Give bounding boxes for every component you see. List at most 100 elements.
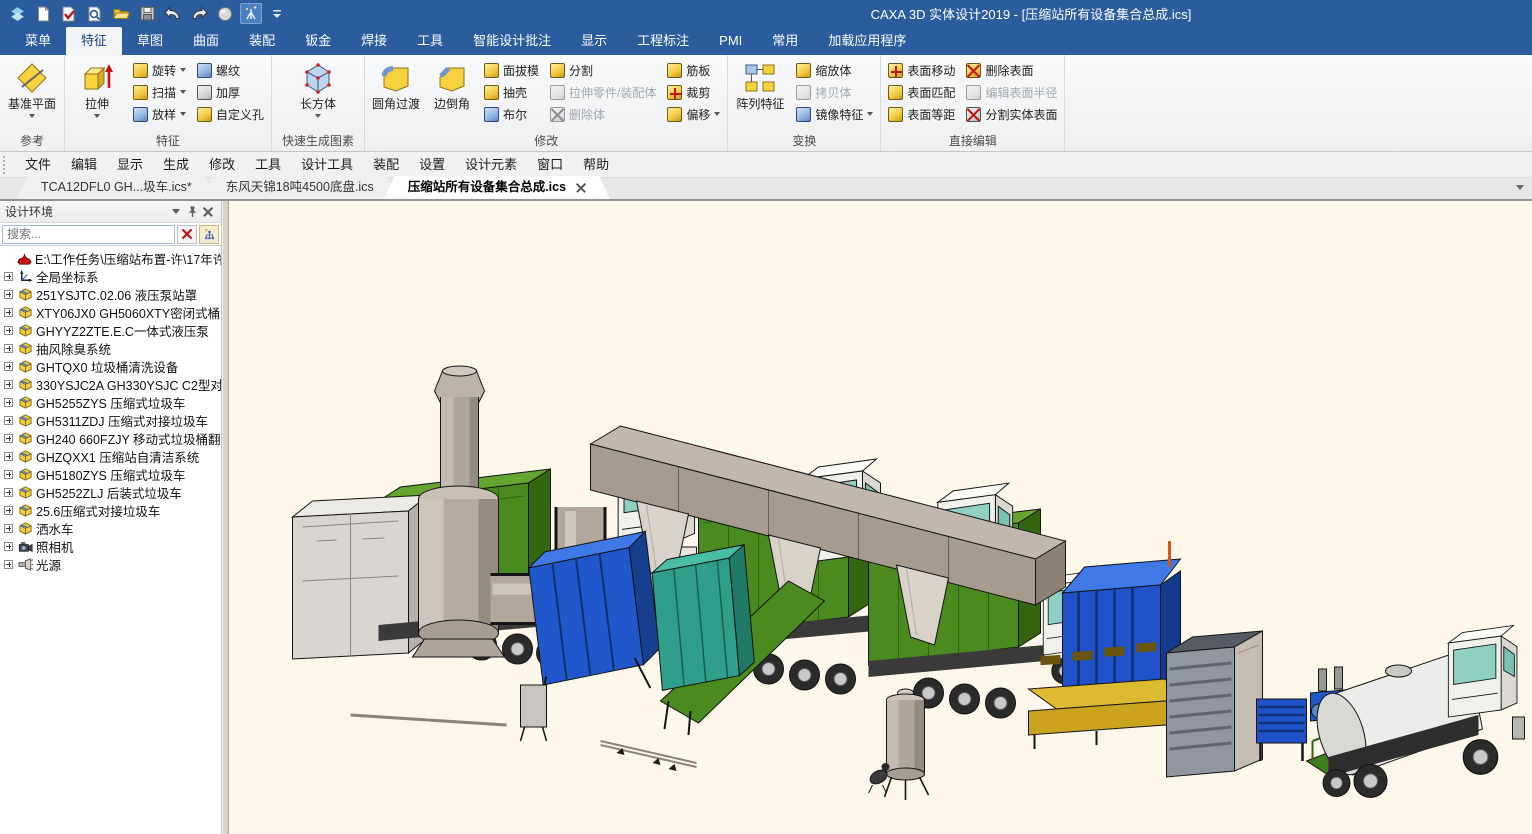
camera-target[interactable] xyxy=(868,763,890,793)
rib-button[interactable]: 筋板 xyxy=(663,60,724,81)
ground-rail[interactable] xyxy=(601,741,697,771)
expand-icon[interactable] xyxy=(4,362,13,371)
tab-tools[interactable]: 工具 xyxy=(402,27,458,55)
menu-design-tools[interactable]: 设计工具 xyxy=(291,152,363,178)
tree-item[interactable]: 洒水车 xyxy=(0,519,221,537)
tab-smart-annotation[interactable]: 智能设计批注 xyxy=(458,27,566,55)
extrude-button[interactable]: 拉伸 xyxy=(68,57,126,133)
render-sphere-icon[interactable] xyxy=(214,3,236,24)
pallet-cart[interactable] xyxy=(1257,699,1307,761)
toolbar-options-icon[interactable] xyxy=(266,3,288,24)
draft-face-button[interactable]: 面拔模 xyxy=(480,60,543,81)
document-tab-1[interactable]: TCA12DFL0 GH...圾车.ics* xyxy=(17,176,216,199)
expand-icon[interactable] xyxy=(4,524,13,533)
split-button[interactable]: 分割 xyxy=(546,60,660,81)
tree-item[interactable]: GHYYZ2ZTE.E.C一体式液压泵 xyxy=(0,321,221,339)
scale-body-button[interactable]: 缩放体 xyxy=(792,60,877,81)
tree-item-root[interactable]: E:\工作任务\压缩站布置-许\17年许工 xyxy=(0,249,221,267)
chamfer-button[interactable]: 边倒角 xyxy=(427,57,477,133)
menu-display[interactable]: 显示 xyxy=(107,152,153,178)
expand-icon[interactable] xyxy=(4,290,13,299)
container-handler[interactable] xyxy=(1063,541,1181,691)
clear-search-icon[interactable] xyxy=(177,225,197,244)
expand-icon[interactable] xyxy=(4,326,13,335)
tree-item[interactable]: 330YSJC2A GH330YSJC C2型对 xyxy=(0,375,221,393)
offset-button[interactable]: 偏移 xyxy=(663,104,724,125)
tree-item[interactable]: 251YSJTC.02.06 液压泵站罩 xyxy=(0,285,221,303)
open-folder-icon[interactable] xyxy=(110,3,132,24)
tree-item[interactable]: GH5311ZDJ 压缩式对接垃圾车 xyxy=(0,411,221,429)
blue-compactor[interactable] xyxy=(520,531,665,707)
fillet-button[interactable]: 圆角过渡 xyxy=(368,57,424,133)
expand-icon[interactable] xyxy=(4,506,13,515)
tab-sheetmetal[interactable]: 钣金 xyxy=(290,27,346,55)
panel-splitter[interactable] xyxy=(222,201,229,834)
tree-item[interactable]: XTY06JX0 GH5060XTY密闭式桶 xyxy=(0,303,221,321)
tree-item-coordinate-system[interactable]: 全局坐标系 xyxy=(0,267,221,285)
shell-button[interactable]: 抽壳 xyxy=(480,82,543,103)
tab-display[interactable]: 显示 xyxy=(566,27,622,55)
menu-settings[interactable]: 设置 xyxy=(409,152,455,178)
redo-icon[interactable] xyxy=(188,3,210,24)
menu-assembly[interactable]: 装配 xyxy=(363,152,409,178)
surface-match-button[interactable]: 表面匹配 xyxy=(884,82,959,103)
mirror-feature-button[interactable]: 镜像特征 xyxy=(792,104,877,125)
thicken-button[interactable]: 加厚 xyxy=(193,82,268,103)
close-panel-icon[interactable] xyxy=(200,204,216,220)
check-document-icon[interactable] xyxy=(58,3,80,24)
water-sprinkler-truck[interactable] xyxy=(1307,625,1525,797)
panel-menu-icon[interactable] xyxy=(168,204,184,220)
expand-icon[interactable] xyxy=(4,452,13,461)
surface-move-button[interactable]: 表面移动 xyxy=(884,60,959,81)
small-tank[interactable] xyxy=(885,689,929,800)
tab-welding[interactable]: 焊接 xyxy=(346,27,402,55)
expand-icon[interactable] xyxy=(4,416,13,425)
menu-tools[interactable]: 工具 xyxy=(245,152,291,178)
close-tab-icon[interactable] xyxy=(576,183,586,193)
trim-button[interactable]: 裁剪 xyxy=(663,82,724,103)
menu-help[interactable]: 帮助 xyxy=(573,152,619,178)
delete-surface-button[interactable]: 删除表面 xyxy=(962,60,1061,81)
menu-design-elements[interactable]: 设计元素 xyxy=(455,152,527,178)
pattern-feature-button[interactable]: 阵列特征 xyxy=(731,57,789,133)
tab-pmi[interactable]: PMI xyxy=(704,27,757,55)
slatted-container[interactable] xyxy=(1167,631,1263,777)
app-logo-icon[interactable] xyxy=(6,3,28,24)
menu-window[interactable]: 窗口 xyxy=(527,152,573,178)
expand-icon[interactable] xyxy=(4,542,13,551)
panel-stand[interactable] xyxy=(521,685,547,741)
tree-item[interactable]: GH5252ZLJ 后装式垃圾车 xyxy=(0,483,221,501)
tab-load-apps[interactable]: 加载应用程序 xyxy=(813,27,921,55)
cuboid-button[interactable]: 长方体 xyxy=(289,57,347,133)
revolve-button[interactable]: 旋转 xyxy=(129,60,190,81)
tab-sketch[interactable]: 草图 xyxy=(122,27,178,55)
document-tab-active[interactable]: 压缩站所有设备集合总成.ics xyxy=(384,176,610,199)
pin-icon[interactable] xyxy=(184,204,200,220)
tree-item[interactable]: GH5180ZYS 压缩式垃圾车 xyxy=(0,465,221,483)
expand-icon[interactable] xyxy=(4,308,13,317)
tree-item[interactable]: GH240 660FZJY 移动式垃圾桶翻 xyxy=(0,429,221,447)
tab-feature[interactable]: 特征 xyxy=(66,27,122,55)
tree-item[interactable]: GHZQXX1 压缩站自清洁系统 xyxy=(0,447,221,465)
tab-menu[interactable]: 菜单 xyxy=(10,27,66,55)
expand-icon[interactable] xyxy=(4,380,13,389)
sweep-button[interactable]: 扫描 xyxy=(129,82,190,103)
tree-item[interactable]: 抽风除臭系统 xyxy=(0,339,221,357)
datum-plane-button[interactable]: 基准平面 xyxy=(3,57,61,133)
expand-icon[interactable] xyxy=(4,488,13,497)
split-solid-surface-button[interactable]: 分割实体表面 xyxy=(962,104,1061,125)
search-input[interactable] xyxy=(2,225,175,244)
toolbar-grip[interactable] xyxy=(3,156,9,174)
boolean-button[interactable]: 布尔 xyxy=(480,104,543,125)
tree-item[interactable]: 25.6压缩式对接垃圾车 xyxy=(0,501,221,519)
tree-item-light[interactable]: 光源 xyxy=(0,555,221,573)
expand-icon[interactable] xyxy=(4,560,13,569)
viewport[interactable] xyxy=(229,201,1532,834)
smart-render-icon[interactable] xyxy=(240,3,262,24)
search-filter-icon[interactable] xyxy=(199,225,219,244)
undo-icon[interactable] xyxy=(162,3,184,24)
tree-item[interactable]: GHTQX0 垃圾桶清洗设备 xyxy=(0,357,221,375)
menu-generate[interactable]: 生成 xyxy=(153,152,199,178)
expand-icon[interactable] xyxy=(4,470,13,479)
menu-edit[interactable]: 编辑 xyxy=(61,152,107,178)
